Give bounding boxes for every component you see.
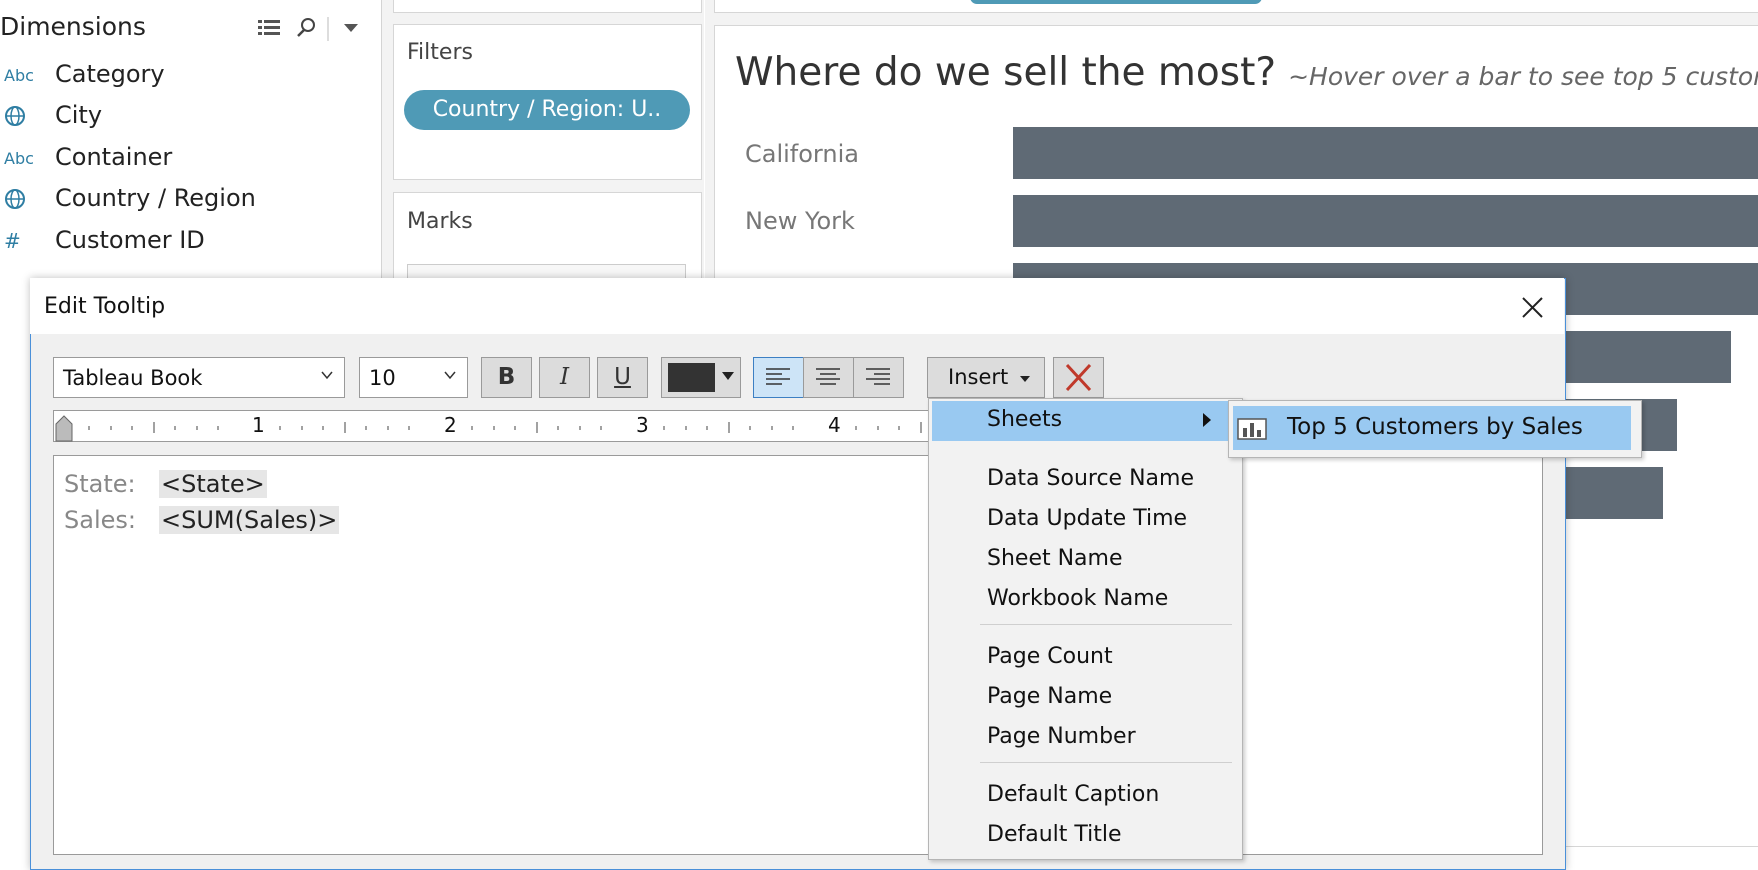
state-label: New York <box>745 207 855 235</box>
menu-item-data-source-name[interactable]: Data Source Name <box>928 460 1241 500</box>
insert-button[interactable]: Insert <box>927 357 1045 398</box>
menu-item-sheets[interactable]: Sheets <box>932 401 1228 441</box>
bar-new-york[interactable] <box>1013 195 1758 247</box>
menu-item-label: Sheet Name <box>987 546 1123 571</box>
globe-icon <box>4 188 26 214</box>
menu-item-page-count[interactable]: Page Count <box>928 638 1241 678</box>
menu-item-data-update-time[interactable]: Data Update Time <box>928 500 1241 540</box>
field-label: Customer ID <box>55 226 205 254</box>
chevron-right-icon <box>1203 413 1211 427</box>
menu-item-label: Sheets <box>987 407 1063 432</box>
clear-button[interactable] <box>1053 357 1104 398</box>
abc-icon: Abc <box>4 149 34 168</box>
ruler-ticks <box>55 415 922 442</box>
pages-card <box>393 0 702 13</box>
pane-toolbar <box>256 14 376 44</box>
ruler-number: 4 <box>828 413 841 437</box>
tooltip-label: State: <box>64 470 136 498</box>
menu-item-workbook-name[interactable]: Workbook Name <box>928 580 1241 620</box>
menu-divider <box>980 624 1232 625</box>
menu-item-label: Default Caption <box>987 782 1160 807</box>
field-label: Category <box>55 60 165 88</box>
align-right-button[interactable] <box>853 357 904 398</box>
menu-item-page-name[interactable]: Page Name <box>928 678 1241 718</box>
ruler-number: 2 <box>444 413 457 437</box>
ruler[interactable]: 1 2 3 4 <box>53 410 933 442</box>
bold-button[interactable]: B <box>481 357 532 398</box>
align-left-button[interactable] <box>753 357 804 398</box>
field-customer-id[interactable]: # Customer ID <box>0 223 380 263</box>
ruler-number: 1 <box>252 413 265 437</box>
pane-menu-chevron-icon[interactable] <box>344 24 358 32</box>
columns-pill[interactable] <box>970 0 1262 4</box>
align-right-icon <box>866 368 890 385</box>
marks-title: Marks <box>407 209 473 234</box>
menu-item-label: Page Count <box>987 644 1113 669</box>
menu-item-label: Page Number <box>987 724 1136 749</box>
tooltip-field[interactable]: <State> <box>159 470 267 498</box>
viz-subtitle: ~Hover over a bar to see top 5 customers <box>1288 62 1758 91</box>
align-center-icon <box>816 368 840 385</box>
globe-icon <box>4 105 26 131</box>
menu-divider <box>980 762 1232 763</box>
color-swatch <box>668 363 715 392</box>
menu-item-label: Default Title <box>987 822 1122 847</box>
search-icon[interactable] <box>297 18 315 37</box>
menu-item-page-number[interactable]: Page Number <box>928 718 1241 758</box>
tooltip-field[interactable]: <SUM(Sales)> <box>159 506 340 534</box>
font-family-value: Tableau Book <box>63 366 203 390</box>
field-country-region[interactable]: Country / Region <box>0 181 380 221</box>
field-label: Container <box>55 143 173 171</box>
red-x-icon <box>1065 363 1092 392</box>
chevron-down-icon <box>321 371 333 380</box>
insert-label: Insert <box>948 365 1009 389</box>
field-container[interactable]: Abc Container <box>0 140 380 180</box>
font-size-value: 10 <box>369 366 396 390</box>
font-family-select[interactable]: Tableau Book <box>53 357 345 398</box>
menu-item-label: Page Name <box>987 684 1113 709</box>
dialog-titlebar <box>30 278 1564 334</box>
ruler-number: 3 <box>636 413 649 437</box>
font-size-select[interactable]: 10 <box>359 357 468 398</box>
indent-marker-icon[interactable] <box>55 415 73 442</box>
close-button[interactable] <box>1512 290 1552 326</box>
field-label: City <box>55 101 103 129</box>
menu-item-default-title[interactable]: Default Title <box>928 816 1241 856</box>
filter-pill-country-region[interactable]: Country / Region: U.. <box>404 90 690 130</box>
italic-button[interactable]: I <box>539 357 590 398</box>
number-icon: # <box>4 229 21 253</box>
underline-button[interactable]: U <box>597 357 648 398</box>
submenu-item-label: Top 5 Customers by Sales <box>1287 414 1583 440</box>
abc-icon: Abc <box>4 66 34 85</box>
chevron-down-icon <box>722 372 734 380</box>
bar-chart-icon <box>1237 418 1267 440</box>
menu-item-label: Data Source Name <box>987 466 1194 491</box>
field-category[interactable]: Abc Category <box>0 57 380 97</box>
field-label: Country / Region <box>55 184 256 212</box>
state-label: California <box>745 140 859 168</box>
dialog-title: Edit Tooltip <box>44 294 166 319</box>
menu-item-default-caption[interactable]: Default Caption <box>928 776 1241 816</box>
field-city[interactable]: City <box>0 98 380 138</box>
close-icon <box>1522 297 1543 318</box>
list-view-icon[interactable] <box>258 20 280 35</box>
menu-item-sheet-name[interactable]: Sheet Name <box>928 540 1241 580</box>
viz-title: Where do we sell the most? ~Hover over a … <box>735 50 1758 95</box>
align-left-icon <box>766 368 790 385</box>
menu-item-label: Workbook Name <box>987 586 1169 611</box>
chevron-down-icon <box>1019 376 1030 382</box>
dimensions-title: Dimensions <box>0 12 146 41</box>
tooltip-label: Sales: <box>64 506 136 534</box>
align-center-button[interactable] <box>803 357 854 398</box>
viz-title-text: Where do we sell the most? <box>735 50 1277 95</box>
bar-california[interactable] <box>1013 127 1758 179</box>
chevron-down-icon <box>444 371 456 380</box>
tooltip-editor[interactable]: State: <State> Sales: <SUM(Sales)> <box>53 455 1543 855</box>
menu-item-label: Data Update Time <box>987 506 1188 531</box>
filters-title: Filters <box>407 40 473 65</box>
